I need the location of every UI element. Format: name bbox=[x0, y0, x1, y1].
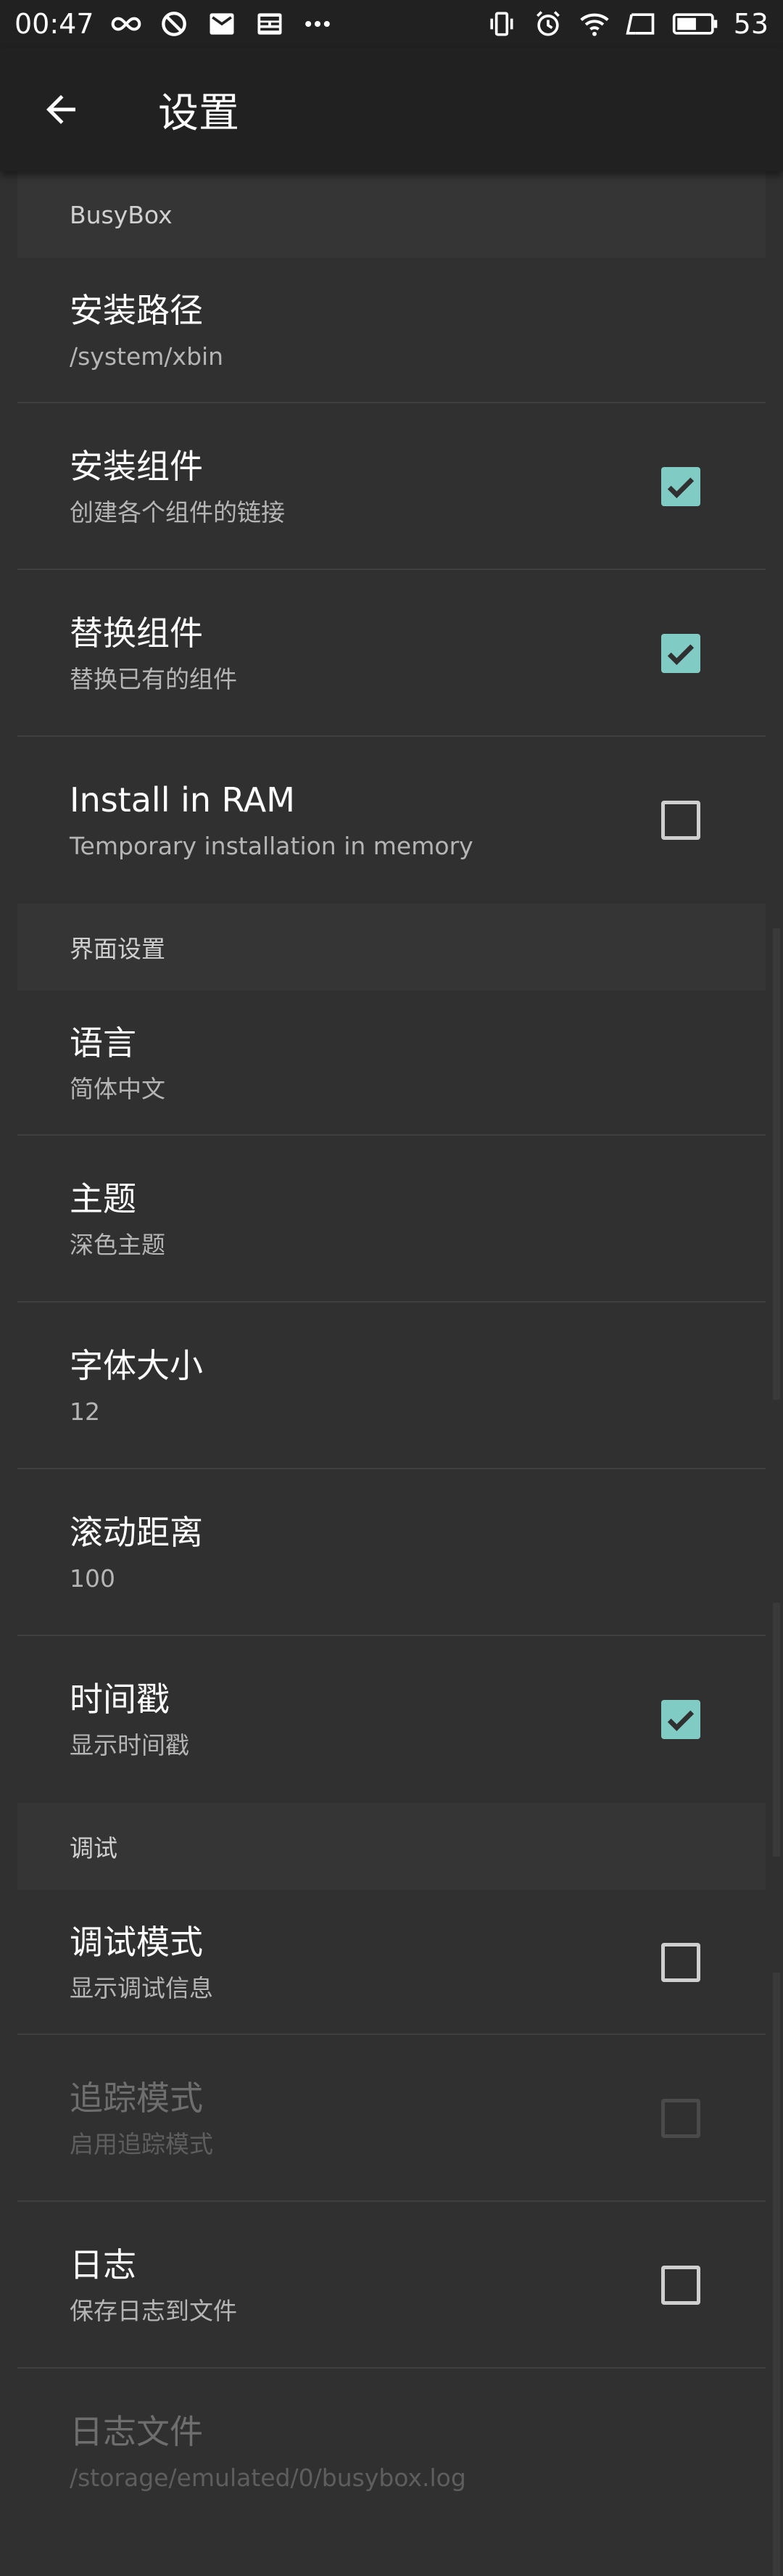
pref-summary: /storage/emulated/0/busybox.log bbox=[70, 2463, 466, 2492]
pref-install-in-ram[interactable]: Install in RAM Temporary installation in… bbox=[17, 737, 766, 904]
infinity-icon bbox=[111, 17, 141, 31]
pref-title: 调试模式 bbox=[70, 1922, 203, 1962]
install-applets-checkbox[interactable] bbox=[661, 467, 700, 506]
settings-list: BusyBox 安装路径 /system/xbin 安装组件 创建各个组件的链接… bbox=[0, 171, 783, 2535]
pref-title: 字体大小 bbox=[70, 1345, 203, 1385]
pref-replace-applets[interactable]: 替换组件 替换已有的组件 bbox=[17, 570, 766, 737]
category-debug: 调试 bbox=[17, 1803, 766, 1890]
check-icon bbox=[667, 644, 695, 666]
pref-title: 语言 bbox=[70, 1023, 136, 1062]
pref-title: 安装路径 bbox=[70, 290, 203, 330]
pref-summary: 12 bbox=[70, 1397, 100, 1426]
pref-summary: Temporary installation in memory bbox=[70, 831, 473, 860]
pref-summary: 保存日志到文件 bbox=[70, 2296, 237, 2325]
blocked-icon bbox=[161, 12, 186, 36]
pref-trace-mode: 追踪模式 启用追踪模式 bbox=[17, 2035, 766, 2202]
back-button[interactable] bbox=[0, 48, 122, 171]
pref-title: 时间戳 bbox=[70, 1679, 170, 1719]
pref-timestamp[interactable]: 时间戳 显示时间戳 bbox=[17, 1636, 766, 1803]
pref-summary: 创建各个组件的链接 bbox=[70, 498, 285, 527]
status-bar: 00:47 53 bbox=[0, 0, 783, 48]
more-dots-icon bbox=[304, 20, 330, 28]
pref-title: 日志文件 bbox=[70, 2411, 203, 2451]
pref-language[interactable]: 语言 简体中文 bbox=[17, 991, 766, 1136]
pref-summary: 启用追踪模式 bbox=[70, 2129, 213, 2158]
pref-install-applets[interactable]: 安装组件 创建各个组件的链接 bbox=[17, 403, 766, 570]
install-in-ram-checkbox[interactable] bbox=[661, 801, 700, 840]
pref-summary: 替换已有的组件 bbox=[70, 664, 237, 693]
pref-title: 主题 bbox=[70, 1178, 136, 1218]
page-title: 设置 bbox=[158, 89, 239, 137]
alarm-icon bbox=[536, 11, 560, 36]
debug-mode-checkbox[interactable] bbox=[661, 1943, 700, 1982]
news-icon bbox=[257, 13, 282, 35]
vibrate-icon bbox=[490, 12, 513, 36]
log-checkbox[interactable] bbox=[661, 2266, 700, 2305]
pref-title: 追踪模式 bbox=[70, 2078, 203, 2118]
pref-summary: 显示调试信息 bbox=[70, 1973, 213, 2002]
pref-debug-mode[interactable]: 调试模式 显示调试信息 bbox=[17, 1890, 766, 2035]
replace-applets-checkbox[interactable] bbox=[661, 634, 700, 673]
battery-level: 53 bbox=[733, 8, 768, 40]
arrow-back-icon bbox=[46, 95, 75, 124]
app-bar: 设置 bbox=[0, 48, 783, 171]
pref-title: 安装组件 bbox=[70, 446, 203, 486]
category-ui-settings: 界面设置 bbox=[17, 904, 766, 991]
pref-summary: 深色主题 bbox=[70, 1230, 165, 1259]
pref-summary: 简体中文 bbox=[70, 1074, 165, 1103]
pref-scroll-distance[interactable]: 滚动距离 100 bbox=[17, 1469, 766, 1636]
pref-summary: 显示时间戳 bbox=[70, 1730, 189, 1759]
cast-icon bbox=[626, 13, 654, 35]
battery-icon bbox=[672, 13, 717, 35]
wifi-icon bbox=[579, 13, 609, 36]
pref-title: 日志 bbox=[70, 2245, 136, 2284]
pref-title: 滚动距离 bbox=[70, 1512, 203, 1552]
pref-title: 替换组件 bbox=[70, 613, 203, 653]
check-icon bbox=[667, 1710, 695, 1732]
pref-title: Install in RAM bbox=[70, 780, 295, 820]
check-icon bbox=[667, 477, 695, 499]
timestamp-checkbox[interactable] bbox=[661, 1700, 700, 1739]
pref-summary: /system/xbin bbox=[70, 342, 224, 371]
status-time: 00:47 bbox=[14, 8, 94, 40]
trace-mode-checkbox bbox=[661, 2099, 700, 2138]
pref-log[interactable]: 日志 保存日志到文件 bbox=[17, 2202, 766, 2369]
pref-theme[interactable]: 主题 深色主题 bbox=[17, 1136, 766, 1303]
category-busybox: BusyBox bbox=[17, 171, 766, 258]
pref-install-path[interactable]: 安装路径 /system/xbin bbox=[17, 258, 766, 403]
pref-log-file: 日志文件 /storage/emulated/0/busybox.log bbox=[17, 2369, 766, 2535]
pref-font-size[interactable]: 字体大小 12 bbox=[17, 1303, 766, 1469]
pref-summary: 100 bbox=[70, 1564, 115, 1593]
mail-icon bbox=[210, 13, 234, 35]
